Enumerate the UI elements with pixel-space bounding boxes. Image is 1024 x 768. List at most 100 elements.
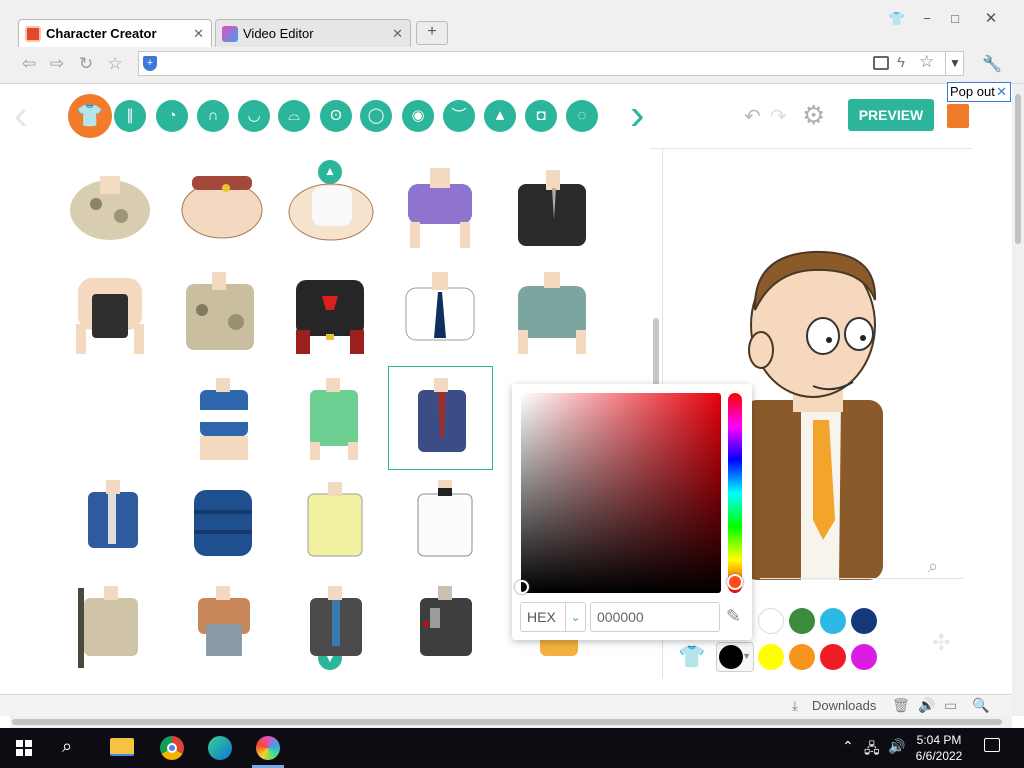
swatch-green[interactable] (789, 608, 815, 634)
hair-category-icon[interactable]: ∩ (197, 100, 229, 132)
save-disk-icon[interactable] (947, 104, 969, 128)
mouth-category-icon[interactable]: ⌓ (278, 100, 310, 132)
pants-category-icon[interactable]: ∥ (114, 100, 146, 132)
volume-icon[interactable]: 🔊 (888, 738, 905, 755)
move-arrows-icon[interactable]: ✣ (932, 630, 950, 656)
scrollbar-thumb[interactable] (12, 719, 1002, 725)
maximize-button[interactable]: □ (944, 12, 966, 28)
clock[interactable]: 5:04 PM 6/6/2022 (912, 732, 966, 764)
search-icon[interactable]: ⌕ (62, 736, 72, 757)
show-hidden-icons-chevron-icon[interactable]: ⌃ (842, 738, 854, 755)
address-bar[interactable]: + ϟ ☆ ▼ (138, 51, 964, 76)
zoom-out-icon[interactable]: ⌕ (928, 556, 938, 577)
network-icon[interactable]: 🖧 (864, 738, 880, 762)
clothing-item[interactable] (66, 166, 154, 246)
tab-close-icon[interactable]: ✕ (392, 26, 403, 42)
glasses-category-icon[interactable]: ◘ (525, 100, 557, 132)
bookmark-star-icon[interactable]: ☆ (104, 54, 126, 74)
clothing-item[interactable] (304, 480, 366, 566)
clothing-item-selected[interactable] (414, 376, 470, 464)
favorite-star-icon[interactable]: ☆ (919, 52, 934, 72)
tab-character-creator[interactable]: Character Creator ✕ (18, 19, 212, 47)
dropdown-arrow-icon[interactable]: ▼ (945, 52, 964, 75)
swatch-red[interactable] (820, 644, 846, 670)
nose-category-icon[interactable]: ▲ (484, 100, 516, 132)
scrollbar-thumb[interactable] (1015, 94, 1021, 244)
swatch-orange[interactable] (789, 644, 815, 670)
accessory-category-icon[interactable]: ◌ (566, 100, 598, 132)
hue-slider[interactable] (728, 393, 742, 593)
shirt-icon[interactable]: 👕 (886, 12, 908, 28)
clothing-item[interactable] (416, 584, 476, 672)
clothing-item[interactable] (414, 480, 476, 566)
clothing-item[interactable] (306, 584, 366, 672)
clothing-item[interactable] (400, 270, 480, 358)
swatch-magenta[interactable] (851, 644, 877, 670)
head-shape-category-icon[interactable]: ◯ (360, 100, 392, 132)
forward-arrow-icon[interactable]: ⇨ (46, 54, 68, 74)
downloads-icon[interactable]: ⤓ (792, 698, 798, 714)
ear-category-icon[interactable]: ʘ (320, 100, 352, 132)
clothing-item[interactable] (512, 270, 592, 358)
redo-icon[interactable]: ↷ (770, 104, 787, 129)
swatch-light-blue[interactable] (820, 608, 846, 634)
back-arrow-icon[interactable]: ⇦ (18, 54, 40, 74)
new-tab-button[interactable]: + (416, 21, 448, 45)
screen-icon[interactable]: ▭ (944, 697, 957, 714)
close-window-button[interactable]: ✕ (980, 11, 1002, 28)
hex-input[interactable]: 000000 (590, 602, 720, 632)
hue-handle[interactable] (727, 574, 743, 590)
popout-tooltip[interactable]: Pop out ✕ (947, 82, 1011, 102)
sound-icon[interactable]: 🔊 (918, 697, 935, 714)
swatch-yellow[interactable] (758, 644, 784, 670)
face-category-icon[interactable]: ◔ (156, 100, 188, 132)
lightning-icon[interactable]: ϟ (897, 54, 905, 71)
clothing-item[interactable] (180, 270, 260, 358)
swatch-navy[interactable] (851, 608, 877, 634)
swatch-white[interactable] (758, 608, 784, 634)
prev-category-arrow-icon[interactable]: ‹ (14, 94, 28, 136)
next-category-arrow-icon[interactable]: › (630, 93, 645, 137)
page-vertical-scrollbar[interactable] (1012, 84, 1024, 716)
page-horizontal-scrollbar[interactable] (10, 716, 1012, 728)
clothing-item[interactable] (84, 480, 142, 566)
sv-handle[interactable] (515, 580, 529, 594)
preview-button[interactable]: PREVIEW (848, 99, 934, 131)
jaw-category-icon[interactable]: ◡ (238, 100, 270, 132)
video-app-icon[interactable] (256, 736, 280, 760)
edge-icon[interactable] (208, 736, 232, 760)
tools-wrench-icon[interactable]: 🔧 (982, 54, 1002, 74)
clothing-item[interactable] (178, 170, 266, 240)
shirt-category-icon[interactable]: 👕 (68, 94, 112, 138)
eyebrow-category-icon[interactable]: ︶ (443, 100, 475, 132)
file-explorer-icon[interactable] (110, 738, 134, 756)
minimize-button[interactable]: − (916, 12, 938, 28)
clothing-item[interactable] (196, 376, 252, 464)
undo-icon[interactable]: ↶ (744, 104, 761, 129)
settings-gear-icon[interactable]: ⚙ (802, 100, 825, 131)
eyedropper-icon[interactable]: ✎ (726, 606, 741, 627)
color-mode-select[interactable]: HEX ⌄ (520, 602, 586, 632)
tab-video-editor[interactable]: Video Editor ✕ (215, 19, 411, 47)
windows-start-icon[interactable] (16, 740, 32, 756)
eye-category-icon[interactable]: ◉ (402, 100, 434, 132)
part-shirt-icon[interactable]: 👕 (678, 644, 705, 670)
chrome-icon[interactable] (160, 736, 184, 760)
clothing-item[interactable] (194, 584, 254, 672)
clothing-item[interactable] (76, 584, 142, 672)
clothing-item[interactable] (70, 270, 150, 358)
current-color-select[interactable]: ▼ (716, 642, 754, 672)
reload-icon[interactable]: ↻ (75, 54, 97, 74)
clothing-item[interactable] (402, 166, 478, 252)
zoom-icon[interactable]: 🔍 (972, 697, 989, 714)
clothing-item[interactable] (306, 376, 362, 464)
trash-icon[interactable]: 🗑 (892, 697, 910, 714)
tab-close-icon[interactable]: ✕ (193, 26, 204, 42)
clothing-item[interactable] (286, 170, 376, 242)
saturation-value-field[interactable] (521, 393, 721, 593)
downloads-label[interactable]: Downloads (812, 698, 876, 713)
clothing-item[interactable] (190, 480, 256, 566)
block-icon[interactable] (873, 56, 889, 70)
clothing-item[interactable] (290, 270, 370, 358)
notification-icon[interactable] (984, 738, 1000, 752)
